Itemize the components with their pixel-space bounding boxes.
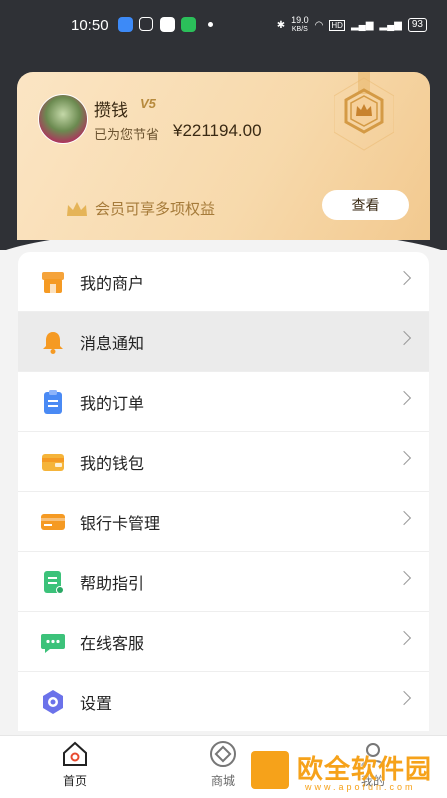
avatar[interactable] xyxy=(38,94,88,144)
menu-item-settings[interactable]: 设置 xyxy=(18,672,429,731)
menu-item-label: 银行卡管理 xyxy=(80,515,161,533)
clipboard-icon xyxy=(44,389,62,414)
watermark-brand: 欧全软件园 xyxy=(297,754,433,784)
username: 攒钱 xyxy=(94,101,128,120)
more-notifications-dot xyxy=(208,22,213,27)
status-right: ✱ 19.0 KB/S ◠ HD ▂▄▆ ▂▄▆ 93 xyxy=(277,16,427,34)
hd-icon: HD xyxy=(329,19,345,31)
battery-icon: 93 xyxy=(407,18,427,32)
menu-item-label: 设置 xyxy=(80,695,113,713)
member-benefits-text: 会员可享多项权益 xyxy=(95,201,216,218)
menu-item-label: 我的订单 xyxy=(80,395,145,413)
menu-item-label: 我的商户 xyxy=(80,275,145,293)
tab-mall[interactable]: 商城 xyxy=(193,740,253,789)
menu-list: 我的商户 消息通知 我的订单 我的钱包 银行卡管理 帮助指引 在线客服 设置 xyxy=(18,252,429,731)
bank-card-icon xyxy=(41,513,65,530)
bluetooth-icon: ✱ xyxy=(276,19,286,31)
menu-item-my-wallet[interactable]: 我的钱包 xyxy=(18,432,429,492)
vip-card: 攒钱 V5 已为您节省 ¥221194.00 会员可享多项权益 查看 xyxy=(17,72,430,240)
notification-app-icon xyxy=(118,17,133,32)
status-time: 10:50 xyxy=(71,17,109,34)
saved-amount: ¥221194.00 xyxy=(173,121,262,140)
network-speed-unit: KB/S xyxy=(291,26,308,33)
menu-item-label: 消息通知 xyxy=(80,335,145,353)
vip-level-badge: V5 xyxy=(140,96,156,111)
saved-label: 已为您节省 xyxy=(94,127,160,142)
chevron-right-icon xyxy=(396,510,412,526)
notification-app-icon xyxy=(139,17,153,31)
bell-icon xyxy=(43,331,63,354)
chat-icon xyxy=(41,633,65,653)
notification-app-icon xyxy=(181,17,196,32)
menu-item-help-guide[interactable]: 帮助指引 xyxy=(18,552,429,612)
watermark-logo-icon xyxy=(251,751,289,789)
help-doc-icon xyxy=(44,570,64,594)
menu-item-online-service[interactable]: 在线客服 xyxy=(18,612,429,672)
menu-item-notifications[interactable]: 消息通知 xyxy=(18,312,429,372)
tab-home-label: 首页 xyxy=(62,774,87,788)
signal-icon: ▂▄▆ xyxy=(379,19,402,31)
watermark: 欧全软件园 www.apofun.com xyxy=(247,747,444,795)
crown-emblem-icon xyxy=(334,72,394,151)
wifi-icon: ◠ xyxy=(314,19,324,31)
chevron-right-icon xyxy=(396,690,412,706)
tab-mall-label: 商城 xyxy=(210,774,235,788)
chevron-right-icon xyxy=(396,570,412,586)
settings-icon xyxy=(43,689,63,714)
chevron-right-icon xyxy=(396,330,412,346)
home-icon xyxy=(63,741,87,766)
chevron-right-icon xyxy=(396,630,412,646)
signal-icon: ▂▄▆ xyxy=(350,19,374,31)
menu-item-label: 我的钱包 xyxy=(80,455,145,473)
mall-icon xyxy=(210,741,236,767)
crown-icon xyxy=(67,201,87,216)
menu-item-label: 在线客服 xyxy=(80,635,145,653)
chevron-right-icon xyxy=(396,390,412,406)
network-speed-value: 19.0 xyxy=(291,15,309,25)
view-benefits-button[interactable]: 查看 xyxy=(322,190,409,220)
wallet-icon xyxy=(42,453,64,471)
shop-icon xyxy=(42,271,64,293)
menu-item-my-merchant[interactable]: 我的商户 xyxy=(18,252,429,312)
status-bar: 10:50 ✱ 19.0 KB/S ◠ HD ▂▄▆ ▂▄▆ 93 xyxy=(0,0,447,52)
menu-item-label: 帮助指引 xyxy=(80,575,145,593)
menu-item-my-orders[interactable]: 我的订单 xyxy=(18,372,429,432)
chevron-right-icon xyxy=(396,270,412,286)
chevron-right-icon xyxy=(396,450,412,466)
network-speed: 19.0 KB/S xyxy=(291,16,309,34)
menu-item-bank-cards[interactable]: 银行卡管理 xyxy=(18,492,429,552)
notification-app-icon xyxy=(160,17,175,32)
tab-home[interactable]: 首页 xyxy=(45,740,105,789)
member-benefits: 会员可享多项权益 xyxy=(65,198,215,219)
watermark-url: www.apofun.com xyxy=(305,782,416,792)
